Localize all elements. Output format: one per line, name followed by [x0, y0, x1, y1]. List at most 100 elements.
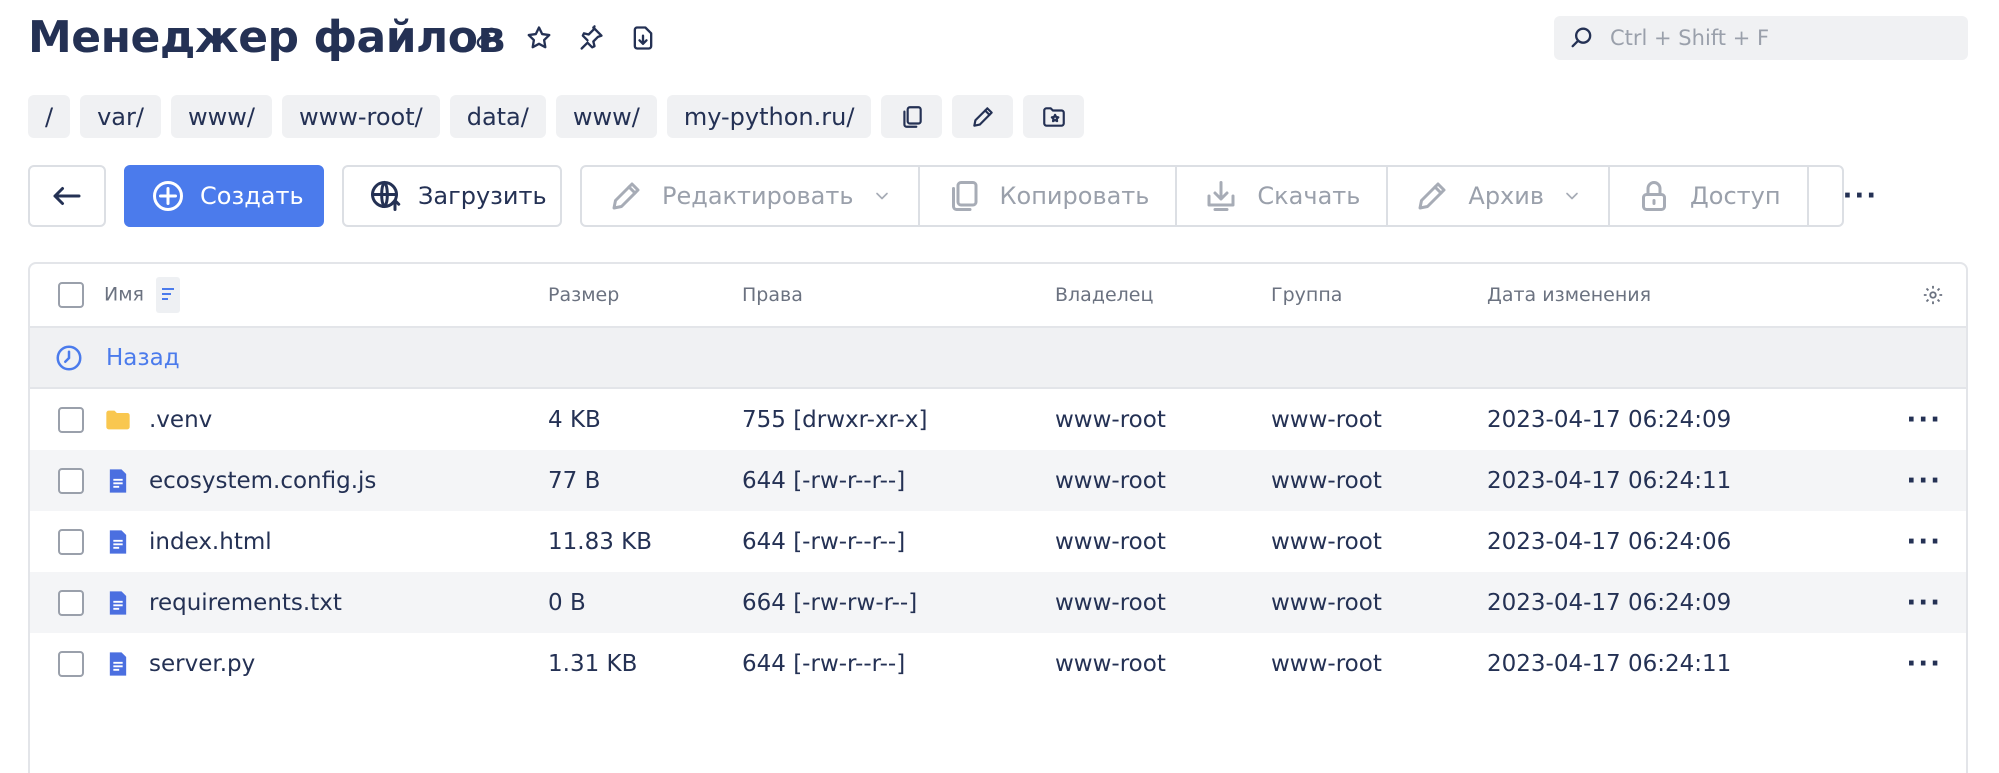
file-name[interactable]: index.html: [149, 529, 272, 555]
search-input[interactable]: [1610, 26, 1950, 50]
breadcrumb-item-www-2[interactable]: www/: [555, 95, 657, 138]
column-owner-header[interactable]: Владелец: [1055, 284, 1153, 306]
create-button[interactable]: Создать: [124, 165, 324, 227]
file-actions-group: Редактировать Копировать Скачать Архив Д…: [580, 165, 1876, 227]
access-button-label: Доступ: [1690, 182, 1781, 210]
column-name-label: Имя: [104, 283, 144, 306]
row-checkbox[interactable]: [58, 589, 84, 616]
file-perms: 644 [-rw-r--r--]: [742, 467, 906, 494]
column-date-header[interactable]: Дата изменения: [1487, 284, 1651, 306]
archive-button-label: Архив: [1468, 182, 1545, 210]
pin-icon[interactable]: [572, 18, 610, 58]
table-row[interactable]: server.py 1.31 KB 644 [-rw-r--r--] www-r…: [30, 633, 1966, 694]
file-name[interactable]: server.py: [149, 651, 255, 677]
download-button[interactable]: Скачать: [1177, 167, 1389, 225]
column-size-header[interactable]: Размер: [548, 284, 619, 306]
file-owner: www-root: [1055, 589, 1166, 616]
more-actions-button[interactable]: ···: [1809, 167, 1913, 225]
file-date: 2023-04-17 06:24:09: [1487, 589, 1732, 616]
file-size: 1.31 KB: [548, 650, 638, 677]
file-owner: www-root: [1055, 650, 1166, 677]
page-title: Менеджер файлов: [28, 12, 505, 63]
file-owner: www-root: [1055, 406, 1166, 433]
copy-icon: [903, 105, 922, 128]
arrow-left-icon: [53, 187, 81, 205]
upload-button[interactable]: Загрузить: [342, 165, 562, 227]
file-group: www-root: [1271, 650, 1382, 677]
row-menu-button[interactable]: ···: [1906, 466, 1942, 496]
search-icon: [1571, 27, 1592, 48]
file-size: 77 B: [548, 467, 601, 494]
edit-button[interactable]: Редактировать: [582, 167, 920, 225]
row-checkbox[interactable]: [58, 528, 84, 555]
column-perms-header[interactable]: Права: [742, 284, 803, 306]
file-owner: www-root: [1055, 467, 1166, 494]
column-group-header[interactable]: Группа: [1271, 284, 1342, 306]
plus-circle-icon: [153, 181, 183, 211]
breadcrumb-item-root[interactable]: /: [28, 95, 71, 138]
file-icon: [104, 650, 132, 678]
file-icon: [104, 467, 132, 495]
column-name-header[interactable]: Имя: [104, 277, 181, 313]
file-icon: [104, 528, 132, 556]
copy-path-button[interactable]: [881, 95, 943, 138]
toolbar: Создать Загрузить Редактировать Копирова…: [28, 165, 1876, 227]
file-group: www-root: [1271, 589, 1382, 616]
edit-button-label: Редактировать: [662, 182, 854, 210]
sort-icon[interactable]: [156, 277, 181, 313]
link-icon[interactable]: [468, 18, 506, 58]
file-date: 2023-04-17 06:24:09: [1487, 406, 1732, 433]
table-row[interactable]: requirements.txt 0 B 664 [-rw-rw-r--] ww…: [30, 572, 1966, 633]
select-all-checkbox[interactable]: [58, 282, 84, 308]
breadcrumb: / var/ www/ www-root/ data/ www/ my-pyth…: [28, 95, 1085, 138]
folder-star-icon: [1043, 106, 1065, 127]
chevron-down-icon: [1566, 192, 1578, 200]
breadcrumb-item-www[interactable]: www/: [170, 95, 272, 138]
pencil-icon: [973, 106, 993, 127]
row-checkbox[interactable]: [58, 650, 84, 677]
row-menu-button[interactable]: ···: [1906, 527, 1942, 557]
file-group: www-root: [1271, 406, 1382, 433]
search-box[interactable]: [1554, 16, 1968, 60]
breadcrumb-item-my-python[interactable]: my-python.ru/: [666, 95, 872, 138]
back-button[interactable]: [28, 165, 106, 227]
file-name[interactable]: .venv: [149, 407, 212, 433]
table-row[interactable]: ecosystem.config.js 77 B 644 [-rw-r--r--…: [30, 450, 1966, 511]
table-row[interactable]: index.html 11.83 KB 644 [-rw-r--r--] www…: [30, 511, 1966, 572]
archive-button[interactable]: Архив: [1388, 167, 1611, 225]
download-file-icon[interactable]: [624, 18, 662, 58]
file-owner: www-root: [1055, 528, 1166, 555]
file-group: www-root: [1271, 528, 1382, 555]
breadcrumb-item-data[interactable]: data/: [449, 95, 546, 138]
row-menu-button[interactable]: ···: [1906, 405, 1942, 435]
file-table: Имя Размер Права Владелец Группа Дата из…: [28, 262, 1968, 773]
create-button-label: Создать: [200, 182, 304, 210]
file-size: 0 B: [548, 589, 586, 616]
back-row-label: Назад: [106, 344, 180, 371]
table-header: Имя Размер Права Владелец Группа Дата из…: [30, 264, 1966, 328]
access-button[interactable]: Доступ: [1610, 167, 1809, 225]
file-icon: [104, 589, 132, 617]
row-checkbox[interactable]: [58, 406, 84, 433]
edit-path-button[interactable]: [952, 95, 1014, 138]
favorite-folder-button[interactable]: [1023, 95, 1085, 138]
history-back-icon: [56, 345, 82, 370]
breadcrumb-item-var[interactable]: var/: [80, 95, 161, 138]
file-name[interactable]: ecosystem.config.js: [149, 468, 376, 494]
back-row[interactable]: Назад: [30, 328, 1966, 389]
row-menu-button[interactable]: ···: [1906, 649, 1942, 679]
copy-button-label: Копировать: [999, 182, 1150, 210]
star-icon[interactable]: [520, 18, 558, 58]
row-menu-button[interactable]: ···: [1906, 588, 1942, 618]
chevron-down-icon: [875, 192, 888, 200]
file-name[interactable]: requirements.txt: [149, 590, 342, 616]
file-date: 2023-04-17 06:24:11: [1487, 467, 1732, 494]
table-row[interactable]: .venv 4 KB 755 [drwxr-xr-x] www-root www…: [30, 389, 1966, 450]
file-perms: 644 [-rw-r--r--]: [742, 650, 906, 677]
file-group: www-root: [1271, 467, 1382, 494]
breadcrumb-item-www-root[interactable]: www-root/: [281, 95, 440, 138]
copy-button[interactable]: Копировать: [920, 167, 1178, 225]
gear-icon[interactable]: [1922, 284, 1944, 306]
row-checkbox[interactable]: [58, 467, 84, 494]
file-perms: 644 [-rw-r--r--]: [742, 528, 906, 555]
